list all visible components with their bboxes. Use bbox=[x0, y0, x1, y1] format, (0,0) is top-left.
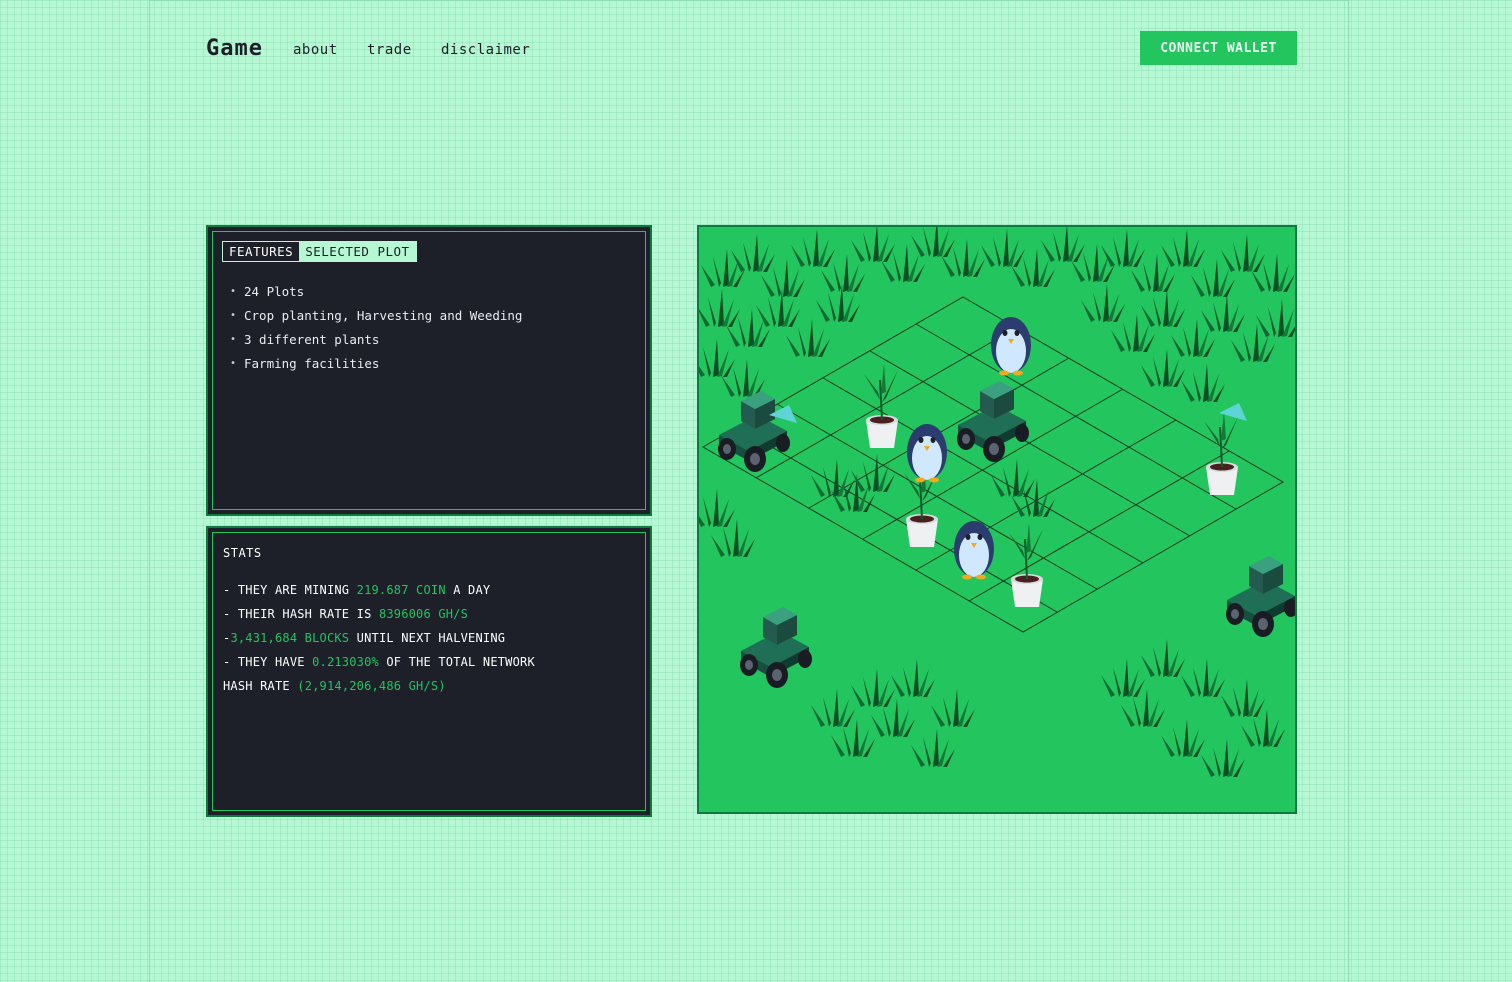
feature-text: 24 Plots bbox=[244, 283, 305, 299]
stat-hash-rate: - THEIR HASH RATE IS 8396006 GH/S bbox=[223, 602, 638, 626]
blocks-value: 3,431,684 BLOCKS bbox=[230, 631, 350, 645]
stat-label: - THEIR HASH RATE IS bbox=[223, 607, 372, 621]
percent-value: 0.213030% bbox=[312, 655, 379, 669]
stats-title: STATS bbox=[223, 546, 262, 560]
stat-blocks: -3,431,684 BLOCKS UNTIL NEXT HALVENING bbox=[223, 626, 638, 650]
feature-list: • 24 Plots • Crop planting, Harvesting and… bbox=[230, 279, 522, 375]
mining-value: 219.687 COIN bbox=[356, 583, 446, 597]
hash-rate-value: 8396006 GH/S bbox=[378, 607, 469, 621]
bullet-icon: • bbox=[230, 333, 237, 345]
bullet-icon: • bbox=[230, 357, 237, 369]
stat-label: - THEY ARE MINING bbox=[223, 583, 350, 597]
stat-mining: - THEY ARE MINING 219.687 COIN A DAY bbox=[223, 578, 638, 602]
list-item: • Farming facilities bbox=[230, 351, 522, 375]
panel-tabs: FEATURES SELECTED PLOT bbox=[222, 241, 417, 262]
list-item: • 3 different plants bbox=[230, 327, 522, 351]
logo[interactable]: Game bbox=[206, 36, 263, 61]
stats-panel: STATS - THEY ARE MINING 219.687 COIN A D… bbox=[206, 526, 652, 817]
bullet-icon: • bbox=[230, 285, 237, 297]
list-item: • 24 Plots bbox=[230, 279, 522, 303]
stat-label: A DAY bbox=[453, 583, 491, 597]
stat-label: UNTIL NEXT HALVENING bbox=[356, 631, 506, 645]
feature-text: Farming facilities bbox=[244, 355, 380, 371]
stat-share: - THEY HAVE 0.213030% OF THE TOTAL NETWO… bbox=[223, 650, 638, 674]
nav-disclaimer[interactable]: disclaimer bbox=[441, 42, 530, 58]
connect-wallet-button[interactable]: CONNECT WALLET bbox=[1140, 31, 1297, 65]
nav-about[interactable]: about bbox=[293, 42, 338, 58]
stat-network: HASH RATE (2,914,206,486 GH/S) bbox=[223, 674, 638, 698]
tab-selected-plot[interactable]: SELECTED PLOT bbox=[299, 242, 416, 261]
feature-text: 3 different plants bbox=[244, 331, 380, 347]
tab-features[interactable]: FEATURES bbox=[223, 242, 300, 261]
list-item: • Crop planting, Harvesting and Weeding bbox=[230, 303, 522, 327]
farm-scene[interactable] bbox=[697, 225, 1297, 814]
features-panel: FEATURES SELECTED PLOT • 24 Plots • Crop p… bbox=[206, 225, 652, 516]
stat-label: HASH RATE bbox=[223, 679, 290, 693]
network-value: (2,914,206,486 GH/S) bbox=[297, 679, 446, 693]
stat-label: - THEY HAVE bbox=[223, 655, 305, 669]
feature-text: Crop planting, Harvesting and Weeding bbox=[244, 307, 523, 323]
stat-label: OF THE TOTAL NETWORK bbox=[386, 655, 535, 669]
stats-lines: - THEY ARE MINING 219.687 COIN A DAY - T… bbox=[223, 578, 638, 698]
nav-trade[interactable]: trade bbox=[367, 42, 412, 58]
bullet-icon: • bbox=[230, 309, 237, 321]
farm-canvas bbox=[699, 227, 1295, 812]
